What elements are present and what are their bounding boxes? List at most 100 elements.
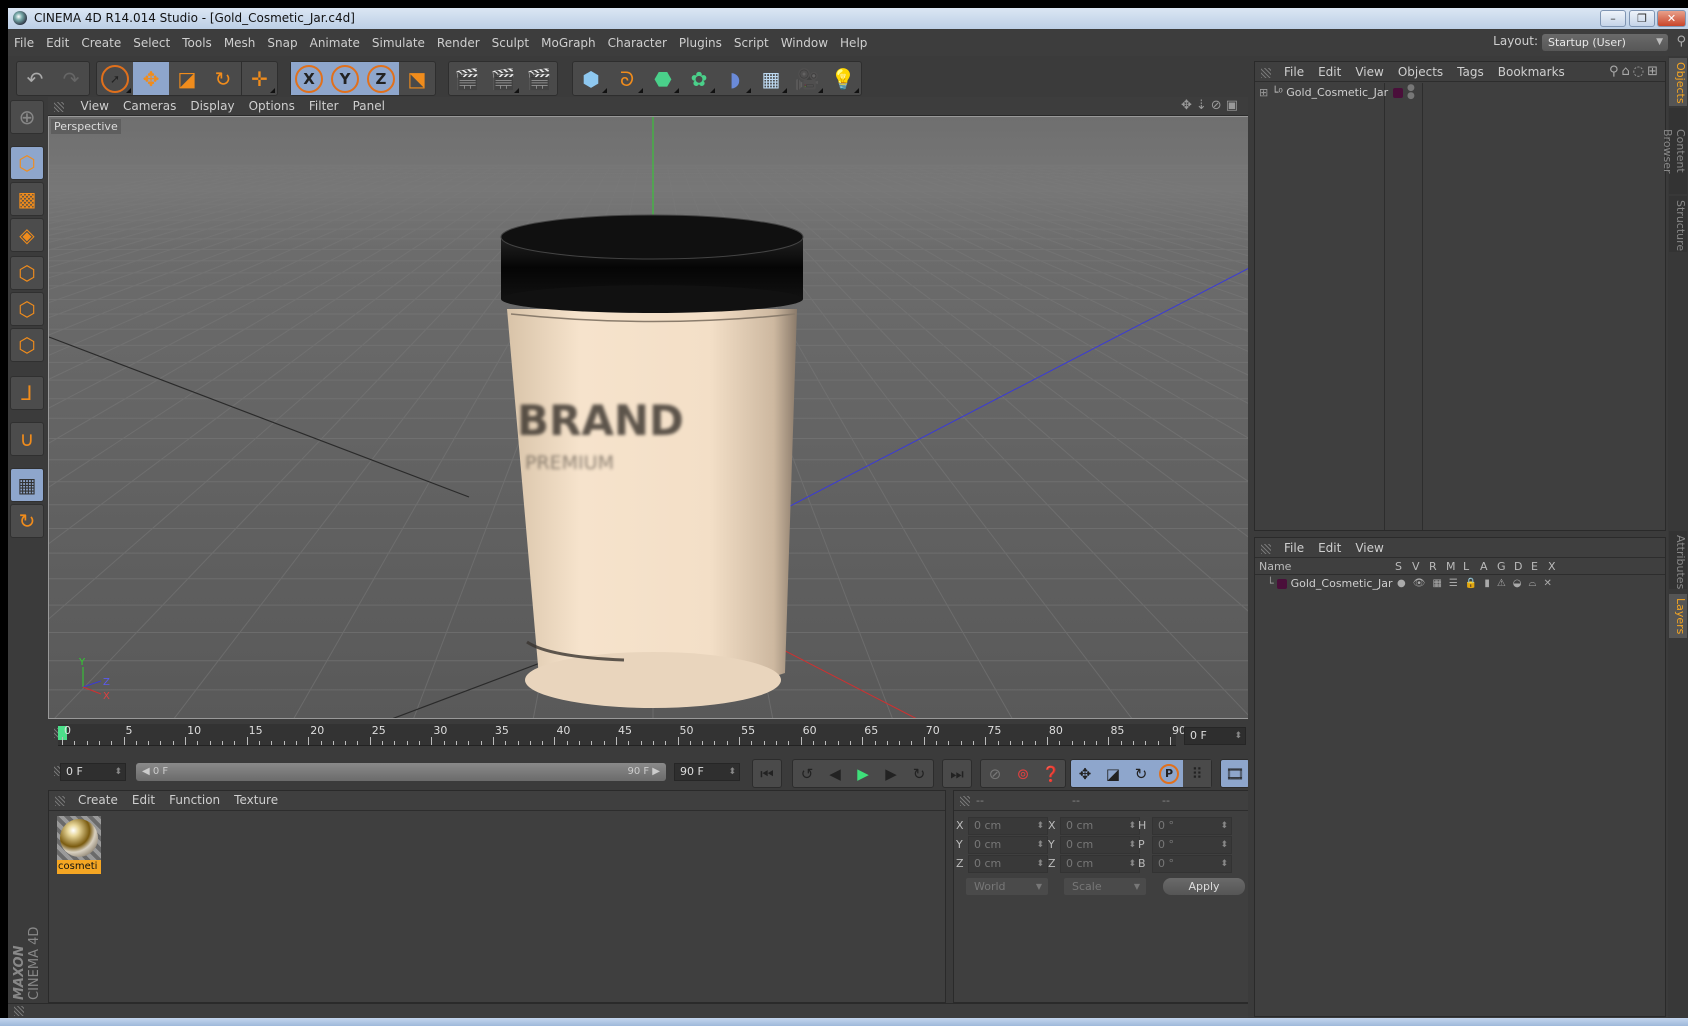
viewport-menu-filter[interactable]: Filter: [302, 97, 346, 116]
material-swatch[interactable]: cosmeti: [57, 816, 101, 874]
workplane-rotate-icon[interactable]: ↻: [10, 504, 44, 538]
object-menu-edit[interactable]: Edit: [1311, 62, 1348, 82]
camera-label[interactable]: Perspective: [51, 119, 121, 134]
timeline-ruler[interactable]: 0 5 10 15 20 25 30 35 40 45 50 55 60 65 70 75 80 85 90: [58, 724, 1186, 746]
workplane-lock-icon[interactable]: ▦: [10, 468, 44, 502]
viewport-menu-view[interactable]: View: [74, 97, 116, 116]
key-position-icon[interactable]: ✥: [1071, 760, 1099, 787]
menu-edit[interactable]: Edit: [40, 30, 75, 56]
edges-mode-icon[interactable]: ⬡: [10, 292, 44, 326]
autokey-icon[interactable]: ⊚: [1009, 760, 1037, 787]
menu-tools[interactable]: Tools: [176, 30, 218, 56]
menu-simulate[interactable]: Simulate: [366, 30, 431, 56]
make-editable-icon[interactable]: ⊕: [10, 100, 44, 134]
current-frame-field[interactable]: 0 F ⬍: [1184, 727, 1246, 745]
object-menu-file[interactable]: File: [1277, 62, 1311, 82]
render-icon[interactable]: ▦: [1432, 578, 1448, 589]
close-button[interactable]: ✕: [1657, 10, 1686, 27]
material-menu-create[interactable]: Create: [71, 791, 125, 810]
viewport-menu-options[interactable]: Options: [242, 97, 302, 116]
layer-column-e[interactable]: E: [1531, 558, 1538, 575]
apply-button[interactable]: Apply: [1163, 878, 1245, 895]
rotation-field[interactable]: 0 ° ⬍: [1152, 817, 1232, 835]
search-icon[interactable]: ⚲: [1676, 34, 1686, 49]
tab-objects[interactable]: Objects: [1669, 58, 1687, 106]
key-rotation-icon[interactable]: ↻: [1127, 760, 1155, 787]
solo-icon[interactable]: ●: [1397, 578, 1413, 589]
frame-range-slider[interactable]: ◀ 0 F 90 F ▶: [136, 763, 666, 781]
menu-character[interactable]: Character: [602, 30, 673, 56]
nurbs-icon[interactable]: ⬣: [645, 62, 681, 95]
layer-column-a[interactable]: A: [1480, 558, 1488, 575]
expand-icon[interactable]: ⊞: [1259, 86, 1268, 99]
xref-icon[interactable]: ✕: [1543, 578, 1558, 589]
tab-structure[interactable]: Structure: [1669, 196, 1687, 252]
lock-icon[interactable]: 🔒: [1465, 578, 1484, 589]
layer-column-r[interactable]: R: [1429, 558, 1437, 575]
viewport-menu-display[interactable]: Display: [183, 97, 241, 116]
polygons-mode-icon[interactable]: ⬡: [10, 328, 44, 362]
material-menu-edit[interactable]: Edit: [125, 791, 162, 810]
toggle-view-icon[interactable]: ▣: [1226, 98, 1242, 113]
pan-view-icon[interactable]: ✥: [1181, 98, 1196, 113]
layer-color-swatch[interactable]: [1277, 579, 1288, 589]
layer-menu-edit[interactable]: Edit: [1311, 538, 1348, 558]
position-field[interactable]: 0 cm ⬍: [968, 836, 1048, 854]
coordinate-mode-select[interactable]: World ▼: [966, 878, 1048, 895]
menu-mesh[interactable]: Mesh: [218, 30, 262, 56]
next-key-icon[interactable]: ↻: [905, 760, 933, 787]
3d-viewport[interactable]: BRAND PREMIUM Y Z X Perspective: [48, 116, 1250, 719]
render-settings-icon[interactable]: 🎬: [521, 62, 557, 95]
object-menu-bookmarks[interactable]: Bookmarks: [1491, 62, 1572, 82]
z-axis-lock-icon[interactable]: Z: [363, 62, 399, 95]
texture-mode-icon[interactable]: ▩: [10, 182, 44, 216]
layer-menu-file[interactable]: File: [1277, 538, 1311, 558]
zoom-view-icon[interactable]: ⇣: [1196, 98, 1211, 113]
layer-column-name[interactable]: Name: [1259, 558, 1291, 575]
live-selection-icon[interactable]: ➚: [97, 62, 133, 95]
end-frame-field[interactable]: 90 F ⬍: [674, 763, 740, 781]
rotation-field[interactable]: 0 ° ⬍: [1152, 836, 1232, 854]
size-field[interactable]: 0 cm ⬍: [1060, 855, 1140, 873]
x-axis-lock-icon[interactable]: X: [291, 62, 327, 95]
menu-script[interactable]: Script: [728, 30, 775, 56]
start-frame-field[interactable]: 0 F ⬍: [60, 763, 126, 781]
menu-help[interactable]: Help: [834, 30, 873, 56]
timeline-window-icon[interactable]: 🎞: [1221, 760, 1249, 787]
keyframe-help-icon[interactable]: ❓: [1037, 760, 1065, 787]
generator-icon[interactable]: ⚠: [1497, 578, 1513, 589]
render-view-icon[interactable]: 🎬: [449, 62, 485, 95]
position-field[interactable]: 0 cm ⬍: [968, 817, 1048, 835]
restore-button[interactable]: ❐: [1629, 10, 1655, 27]
previous-key-icon[interactable]: ↺: [793, 760, 821, 787]
animation-icon[interactable]: ▮: [1484, 578, 1497, 589]
rotate-tool-icon[interactable]: ↻: [205, 62, 241, 95]
home-icon[interactable]: ⌂: [1621, 64, 1632, 79]
tab-attributes[interactable]: Attributes: [1669, 531, 1687, 589]
object-row[interactable]: ⊞ └⁰ Gold_Cosmetic_Jar ● ●: [1255, 84, 1665, 102]
object-menu-objects[interactable]: Objects: [1391, 62, 1450, 82]
key-parameter-icon[interactable]: P: [1155, 760, 1183, 787]
material-menu-function[interactable]: Function: [162, 791, 227, 810]
layer-row[interactable]: └ Gold_Cosmetic_Jar ●👁▦☰🔒▮⚠◒⌓✕: [1255, 575, 1665, 592]
rotation-field[interactable]: 0 ° ⬍: [1152, 855, 1232, 873]
deformer-icon[interactable]: ◒: [1513, 578, 1529, 589]
object-menu-tags[interactable]: Tags: [1450, 62, 1491, 82]
menu-mograph[interactable]: MoGraph: [535, 30, 602, 56]
layer-column-x[interactable]: X: [1548, 558, 1556, 575]
next-frame-icon[interactable]: ▶: [877, 760, 905, 787]
layer-column-m[interactable]: M: [1446, 558, 1456, 575]
menu-sculpt[interactable]: Sculpt: [486, 30, 535, 56]
previous-frame-icon[interactable]: ◀: [821, 760, 849, 787]
minimize-button[interactable]: –: [1600, 10, 1626, 27]
expression-icon[interactable]: ⌓: [1529, 578, 1544, 589]
snap-magnet-icon[interactable]: ∪: [10, 422, 44, 456]
material-menu-texture[interactable]: Texture: [227, 791, 285, 810]
menu-animate[interactable]: Animate: [304, 30, 366, 56]
layer-column-v[interactable]: V: [1412, 558, 1420, 575]
key-pla-icon[interactable]: ⠿: [1183, 760, 1211, 787]
tab-content-browser[interactable]: Content Browser: [1661, 108, 1687, 194]
layout-select[interactable]: Startup (User) ▼: [1542, 34, 1668, 51]
rotate-view-icon[interactable]: ⊘: [1211, 98, 1226, 113]
manager-icon[interactable]: ☰: [1449, 578, 1465, 589]
